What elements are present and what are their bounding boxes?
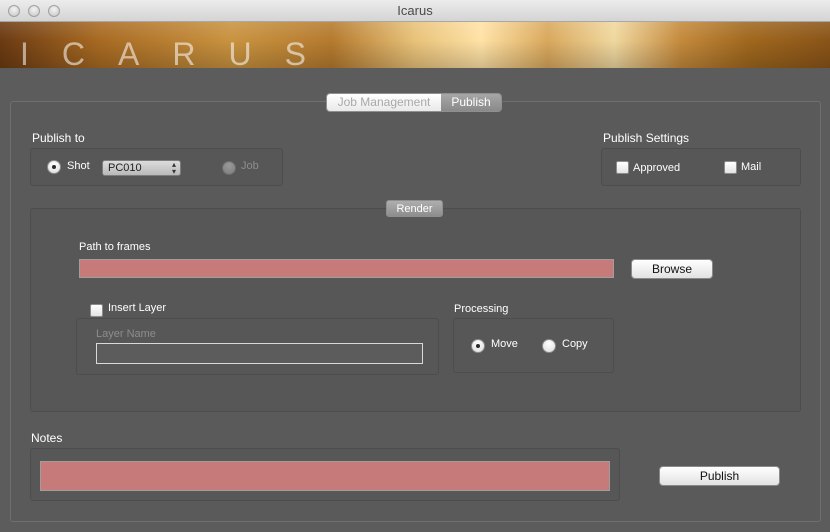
render-title: Render [386, 200, 443, 217]
mail-label: Mail [741, 161, 762, 173]
publish-settings-group: Approved Mail [601, 148, 801, 186]
select-arrows-icon: ▴ ▾ [171, 160, 176, 176]
move-radio[interactable] [471, 339, 485, 353]
tab-job-management[interactable]: Job Management [327, 94, 441, 111]
banner-logo: ICARUS [20, 36, 339, 68]
layer-name-label: Layer Name [96, 328, 156, 340]
job-radio[interactable] [222, 161, 236, 175]
insert-layer-label: Insert Layer [108, 302, 167, 314]
layer-name-input[interactable] [96, 343, 423, 364]
copy-radio[interactable] [542, 339, 556, 353]
job-radio-label: Job [241, 160, 259, 172]
notes-input[interactable] [40, 461, 610, 491]
layer-name-group: Layer Name [76, 318, 439, 375]
processing-group: Move Copy [453, 318, 614, 373]
shot-select-value: PC010 [108, 162, 142, 174]
path-to-frames-label: Path to frames [79, 241, 151, 253]
shot-radio-label: Shot [67, 160, 90, 172]
title-bar: Icarus [0, 0, 830, 22]
publish-to-label: Publish to [32, 131, 85, 145]
path-to-frames-input[interactable] [79, 259, 614, 278]
publish-settings-label: Publish Settings [603, 131, 690, 145]
tab-bar: Job Management Publish [326, 93, 502, 112]
browse-button[interactable]: Browse [631, 259, 713, 279]
publish-button[interactable]: Publish [659, 466, 780, 486]
move-radio-label: Move [491, 338, 518, 350]
tab-publish[interactable]: Publish [441, 94, 501, 111]
mail-checkbox[interactable] [724, 161, 737, 174]
shot-radio[interactable] [47, 160, 61, 174]
app-banner: ICARUS [0, 22, 830, 68]
approved-label: Approved [633, 162, 681, 174]
window-title: Icarus [397, 3, 433, 18]
publish-to-group: Shot PC010 ▴ ▾ Job [30, 148, 283, 186]
processing-label: Processing [454, 303, 509, 315]
notes-label: Notes [31, 431, 63, 445]
insert-layer-checkbox[interactable] [90, 304, 103, 317]
approved-checkbox[interactable] [616, 161, 629, 174]
copy-radio-label: Copy [562, 338, 588, 350]
notes-group [30, 448, 620, 501]
shot-select[interactable]: PC010 ▴ ▾ [102, 160, 181, 176]
